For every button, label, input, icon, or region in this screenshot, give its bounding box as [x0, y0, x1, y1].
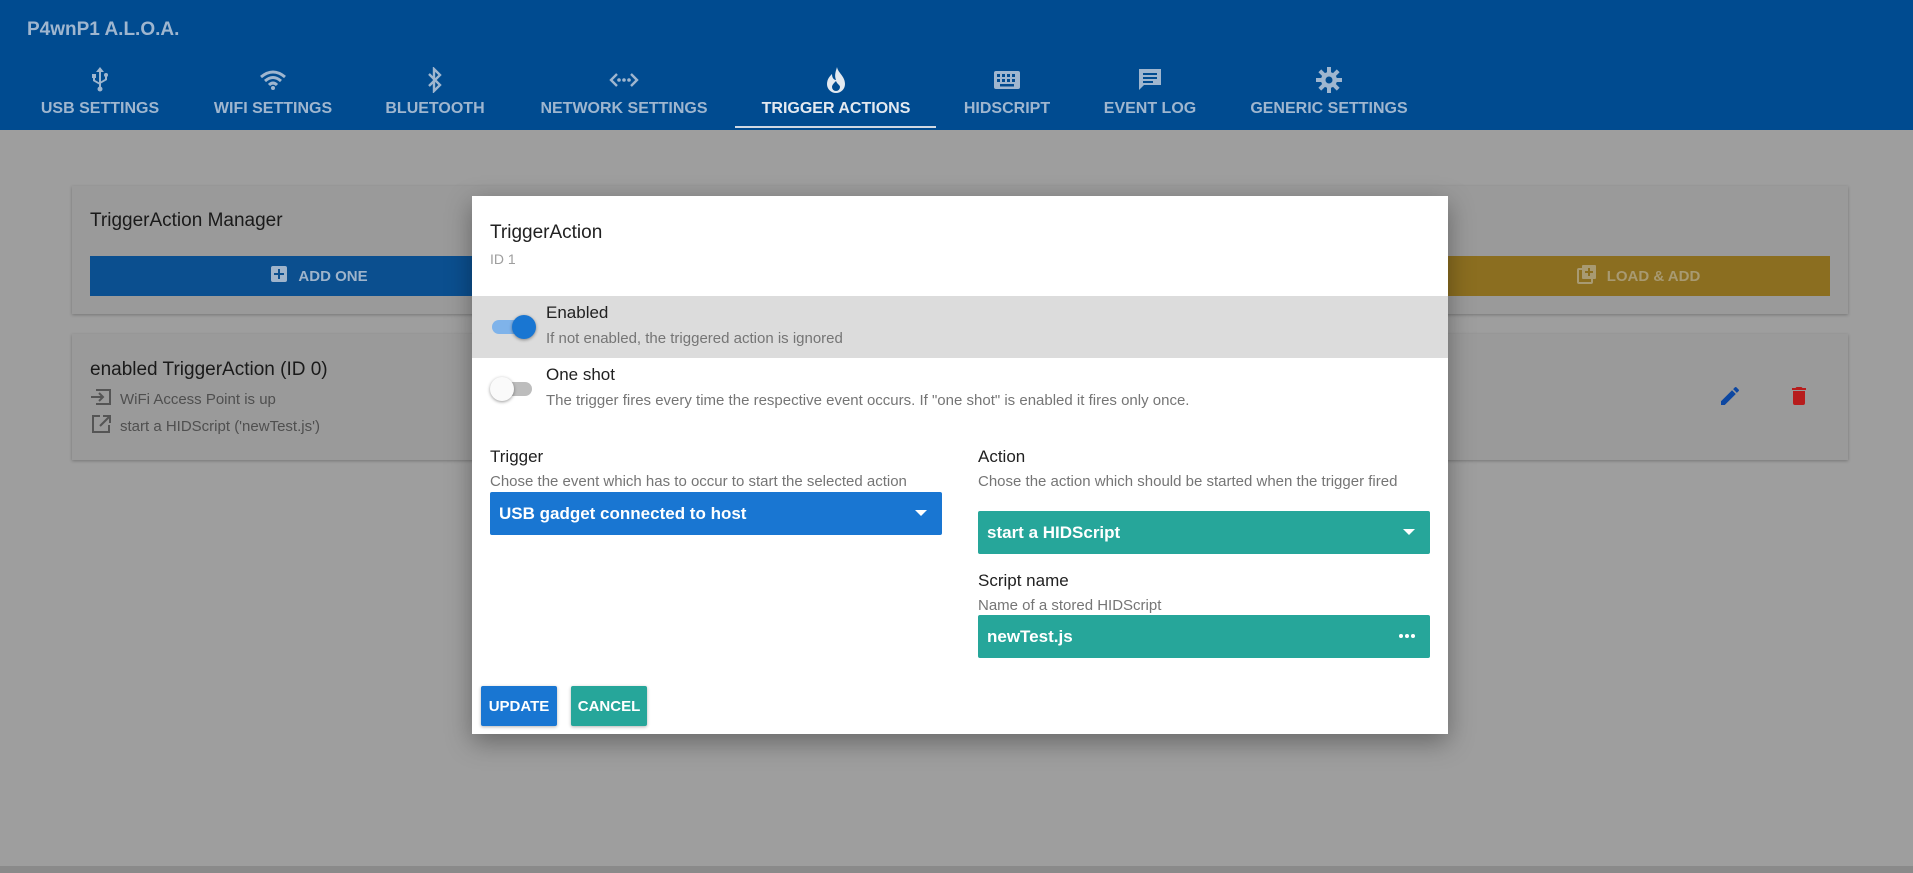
- trigger-select[interactable]: USB gadget connected to host: [490, 492, 942, 535]
- fire-icon: [825, 65, 847, 95]
- app-header: P4wnP1 A.L.O.A. USB SETTINGS WIFI SETTIN…: [0, 0, 1913, 130]
- active-tab-indicator: [735, 126, 936, 128]
- message-icon: [1137, 65, 1163, 95]
- open-in-new-icon: [90, 414, 112, 438]
- enabled-hint: If not enabled, the triggered action is …: [546, 330, 843, 347]
- tab-generic-settings[interactable]: GENERIC SETTINGS: [1240, 60, 1418, 128]
- wifi-icon: [259, 65, 287, 95]
- edit-icon[interactable]: [1718, 384, 1742, 413]
- more-horizontal-icon[interactable]: [1398, 628, 1416, 648]
- tab-usb-settings[interactable]: USB SETTINGS: [40, 60, 160, 128]
- input-icon: [90, 388, 112, 410]
- library-add-icon: [1576, 264, 1597, 288]
- enabled-row[interactable]: Enabled If not enabled, the triggered ac…: [472, 296, 1448, 358]
- app-title: P4wnP1 A.L.O.A.: [27, 19, 180, 40]
- one-shot-label: One shot: [546, 365, 615, 384]
- network-icon: [609, 65, 639, 95]
- trigger-line: WiFi Access Point is up: [90, 388, 276, 410]
- one-shot-toggle[interactable]: [490, 376, 536, 402]
- trigger-action-dialog: TriggerAction ID 1 Enabled If not enable…: [472, 196, 1448, 734]
- script-name-label: Script name: [978, 571, 1069, 590]
- one-shot-hint: The trigger fires every time the respect…: [546, 392, 1190, 409]
- gear-icon: [1315, 65, 1343, 95]
- keyboard-icon: [993, 65, 1021, 95]
- action-hint: Chose the action which should be started…: [978, 473, 1398, 490]
- script-name-select[interactable]: newTest.js: [978, 615, 1430, 658]
- tab-bar: USB SETTINGS WIFI SETTINGS BLUETOOTH NET…: [0, 60, 1913, 130]
- tab-network-settings[interactable]: NETWORK SETTINGS: [538, 60, 710, 128]
- dialog-title: TriggerAction: [490, 222, 603, 243]
- chevron-down-icon: [914, 505, 928, 525]
- action-label: Action: [978, 447, 1026, 466]
- trigger-action-title: enabled TriggerAction (ID 0): [90, 359, 328, 380]
- load-and-add-button[interactable]: LOAD & ADD: [1447, 256, 1830, 296]
- chevron-down-icon: [1402, 524, 1416, 544]
- add-box-icon: [270, 265, 288, 287]
- enabled-toggle[interactable]: [490, 314, 536, 340]
- bottom-edge: [0, 866, 1913, 873]
- tab-wifi-settings[interactable]: WIFI SETTINGS: [213, 60, 333, 128]
- action-line: start a HIDScript ('newTest.js'): [90, 414, 320, 438]
- tab-trigger-actions[interactable]: TRIGGER ACTIONS: [750, 60, 922, 128]
- cancel-button[interactable]: CANCEL: [571, 686, 647, 726]
- tab-hidscript[interactable]: HIDSCRIPT: [957, 60, 1057, 128]
- one-shot-row[interactable]: One shot The trigger fires every time th…: [472, 358, 1448, 420]
- bluetooth-icon: [426, 65, 444, 95]
- enabled-label: Enabled: [546, 303, 609, 322]
- script-name-value: newTest.js: [987, 626, 1073, 646]
- delete-icon[interactable]: [1787, 384, 1811, 413]
- script-name-hint: Name of a stored HIDScript: [978, 597, 1162, 614]
- update-button[interactable]: UPDATE: [481, 686, 557, 726]
- action-select-value: start a HIDScript: [987, 522, 1121, 542]
- trigger-label: Trigger: [490, 447, 544, 466]
- trigger-hint: Chose the event which has to occur to st…: [490, 473, 907, 490]
- manager-title: TriggerAction Manager: [90, 210, 283, 231]
- usb-icon: [89, 65, 111, 95]
- trigger-select-value: USB gadget connected to host: [499, 503, 747, 523]
- tab-event-log[interactable]: EVENT LOG: [1100, 60, 1200, 128]
- action-select[interactable]: start a HIDScript: [978, 511, 1430, 554]
- dialog-subtitle: ID 1: [490, 251, 516, 267]
- tab-bluetooth[interactable]: BLUETOOTH: [385, 60, 485, 128]
